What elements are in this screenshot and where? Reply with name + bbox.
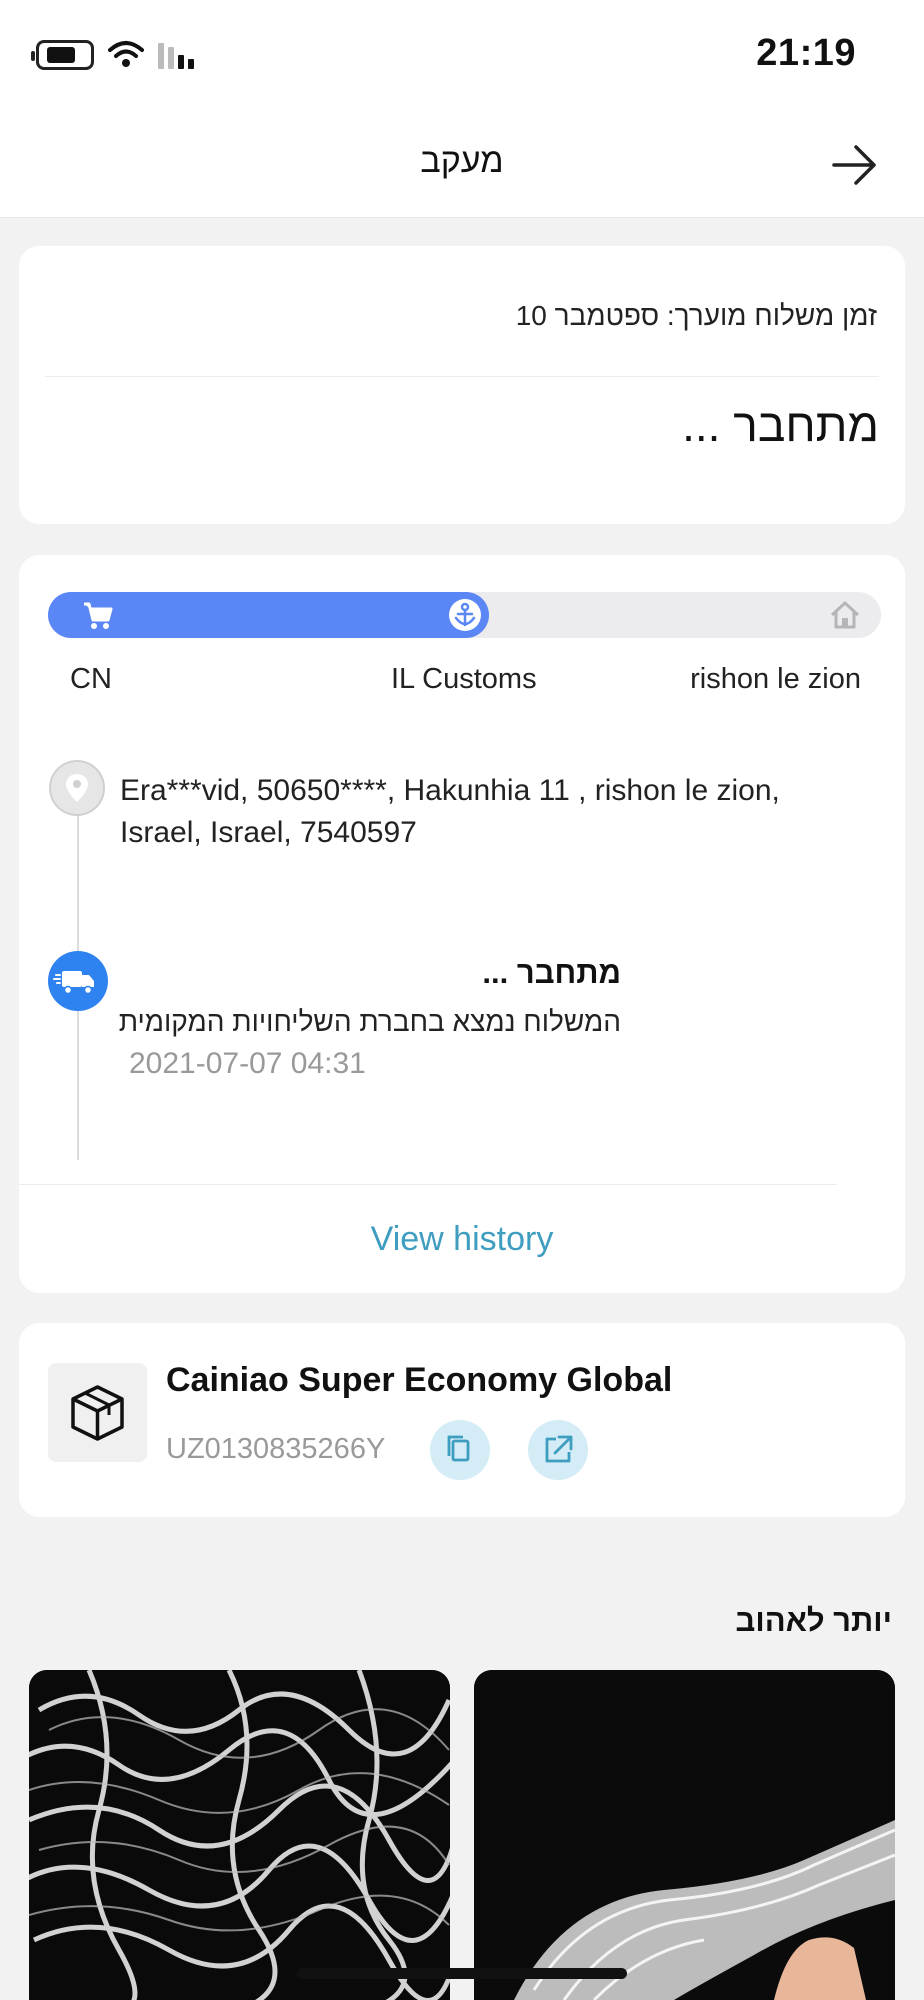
delivery-address: Era***vid, 50650****, Hakunhia 11 , rish…	[120, 774, 780, 849]
truck-icon	[48, 951, 108, 1011]
event-description: המשלוח נמצא בחברת השליחויות המקומית	[118, 1006, 621, 1037]
carrier-name: Cainiao Super Economy Global	[166, 1361, 673, 1399]
page-title: מעקב	[420, 142, 504, 180]
anchor-icon	[449, 599, 481, 631]
estimated-delivery-text: זמן משלוח מוערך: ספטמבר 10	[515, 300, 877, 331]
nav-bar: מעקב	[0, 110, 924, 218]
status-icons	[31, 40, 202, 70]
location-pin-icon	[49, 760, 105, 816]
product-image	[474, 1670, 895, 2000]
battery-icon	[31, 40, 94, 70]
stage-label-origin: CN	[70, 663, 112, 695]
cart-icon	[84, 602, 113, 629]
package-icon	[48, 1363, 147, 1462]
home-indicator	[297, 1968, 627, 1979]
status-time: 21:19	[756, 32, 856, 74]
carrier-card: Cainiao Super Economy Global UZ013083526…	[19, 1323, 905, 1517]
product-card[interactable]	[29, 1670, 450, 2000]
wifi-icon	[108, 41, 144, 67]
view-history-link[interactable]: View history	[19, 1220, 905, 1259]
copy-icon	[447, 1435, 470, 1462]
back-arrow-icon[interactable]	[830, 140, 880, 190]
open-link-button[interactable]	[528, 1420, 588, 1480]
event-title: מתחבר ...	[482, 955, 621, 990]
divider	[45, 376, 879, 377]
tracking-number: UZ0130835266Y	[166, 1433, 386, 1465]
stage-label-customs: IL Customs	[391, 663, 537, 695]
stage-label-destination: rishon le zion	[690, 663, 861, 695]
status-bar: 21:19	[0, 0, 924, 110]
divider	[19, 1184, 837, 1185]
progress-track	[48, 592, 881, 638]
event-timestamp: 2021-07-07 04:31	[129, 1047, 366, 1080]
home-icon	[830, 601, 860, 629]
tracking-card: CN IL Customs rishon le zion Era***vid, …	[19, 555, 905, 1293]
external-link-icon	[545, 1435, 573, 1463]
copy-button[interactable]	[430, 1420, 490, 1480]
product-image	[29, 1670, 450, 2000]
shipment-status: מתחבר ...	[682, 399, 879, 451]
product-card[interactable]	[474, 1670, 895, 2000]
summary-card: זמן משלוח מוערך: ספטמבר 10 מתחבר ...	[19, 246, 905, 524]
recommendations-title: יותר לאהוב	[735, 1603, 892, 1638]
signal-icon	[158, 43, 194, 69]
